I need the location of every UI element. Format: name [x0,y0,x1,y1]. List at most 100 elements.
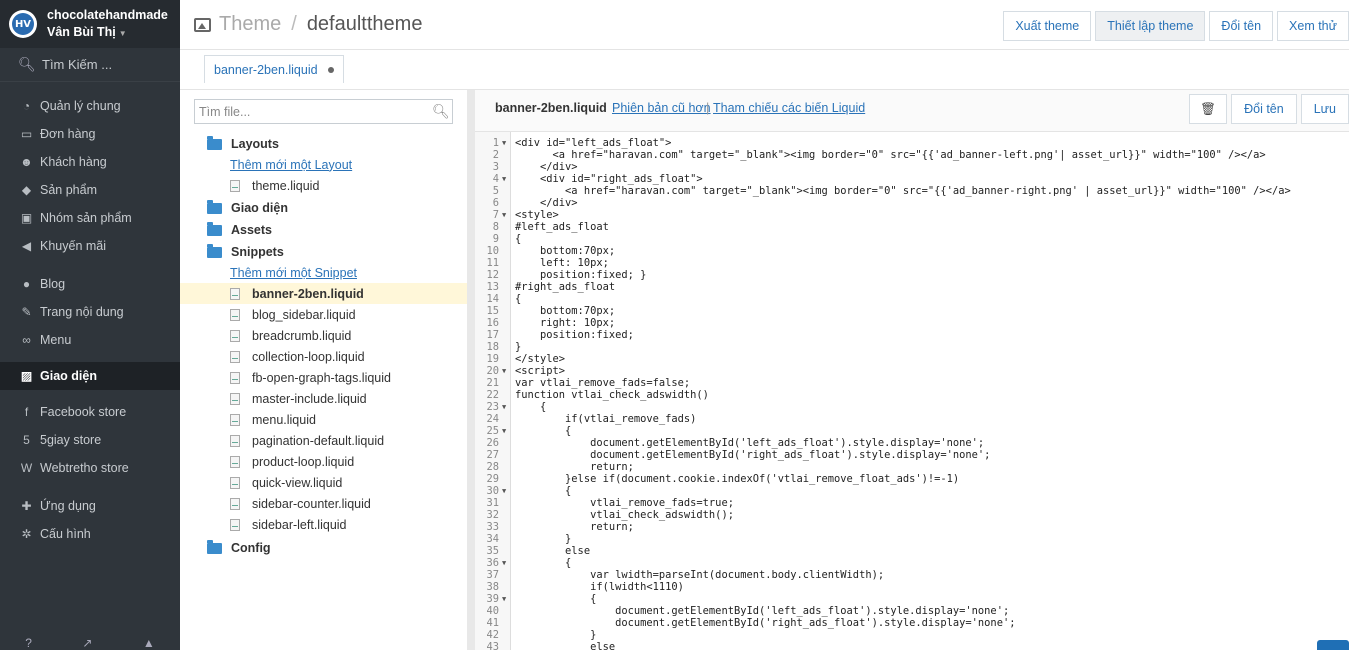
five-icon: 5 [23,433,30,447]
add-snippet-link[interactable]: Thêm mới một Snippet [180,262,467,283]
code-text: <a href="haravan.com" target="_blank"><i… [515,185,1291,197]
fold-toggle-icon[interactable]: ▼ [502,557,506,569]
breadcrumb-theme[interactable]: Theme [219,13,281,36]
chat-widget-tab[interactable] [1317,640,1349,650]
code-text: position:fixed; } [515,269,647,281]
line-number: 19 [486,353,499,365]
panel-splitter[interactable] [467,90,475,650]
code-text: } [515,341,522,353]
file-item[interactable]: theme.liquid [180,175,467,196]
sidebar-item-14[interactable]: ✲ Cấu hình [0,520,180,548]
folder-layouts[interactable]: Layouts [180,134,467,154]
file-item[interactable]: breadcrumb.liquid [180,325,467,346]
folder-giao-dien[interactable]: Giao diện [180,198,467,218]
search-icon[interactable]: 🔍︎ [432,103,452,120]
external-link-icon[interactable]: ↗ [82,636,92,650]
sidebar-item-label: 5giay store [40,433,102,447]
sidebar-item-label: Quản lý chung [40,99,121,113]
sidebar-search-label: Tìm Kiếm ... [42,57,113,72]
fold-toggle-icon[interactable]: ▼ [502,137,506,149]
line-number: 5 [492,185,499,197]
export-theme-button[interactable]: Xuất theme [1003,11,1092,41]
sidebar-item-7[interactable]: ✎ Trang nội dung [0,298,180,326]
users-icon: ☻ [20,155,33,169]
delete-file-button[interactable]: 🗑︎ [1189,94,1228,124]
sidebar-item-4[interactable]: ▣ Nhóm sản phẩm [0,204,180,232]
folder-config[interactable]: Config [180,538,467,558]
code-text: if(vtlai_remove_fads) [515,413,697,425]
sidebar-item-12[interactable]: W Webtretho store [0,454,180,482]
fold-toggle-icon[interactable]: ▼ [502,365,506,377]
sidebar-item-2[interactable]: ☻ Khách hàng [0,148,180,176]
sidebar-item-8[interactable]: ∞ Menu [0,326,180,354]
add-layout-link[interactable]: Thêm mới một Layout [180,154,467,175]
code-line: 18} [475,341,1349,353]
code-text: { [515,425,572,437]
old-versions-link[interactable]: Phiên bản cũ hơn [612,101,711,115]
fold-toggle-icon[interactable]: ▼ [502,425,506,437]
code-text: <div id="left_ads_float"> [515,137,672,149]
breadcrumb: Theme / defaulttheme [194,13,422,36]
line-number: 7 [492,209,499,221]
code-text: { [515,485,572,497]
code-text: vtlai_remove_fads=true; [515,497,734,509]
preview-button[interactable]: Xem thử [1277,11,1349,41]
sidebar-item-0[interactable]: ◔ Quản lý chung [0,92,180,120]
file-label: menu.liquid [252,412,316,427]
sidebar-search[interactable]: 🔍︎ Tìm Kiếm ... [0,48,180,82]
file-item[interactable]: quick-view.liquid [180,472,467,493]
save-button[interactable]: Lưu [1300,94,1349,124]
shop-switcher[interactable]: HV chocolatehandmade Vân Bùi Thị ▼ [0,0,180,48]
file-icon [230,413,240,426]
bell-icon[interactable]: ▲ [143,636,155,650]
sidebar-item-5[interactable]: ◀ Khuyến mãi [0,232,180,260]
fold-toggle-icon[interactable]: ▼ [502,209,506,221]
liquid-reference-link[interactable]: Tham chiếu các biến Liquid [713,101,865,115]
fold-toggle-icon[interactable]: ▼ [502,485,506,497]
sidebar-item-13[interactable]: ✚ Ứng dụng [0,492,180,520]
fold-toggle-icon[interactable]: ▼ [502,593,506,605]
code-text: var vtlai_remove_fads=false; [515,377,691,389]
fold-toggle-icon[interactable]: ▼ [502,173,506,185]
sidebar-item-6[interactable]: ● Blog [0,270,180,298]
line-number: 8 [492,221,499,233]
file-icon [230,392,240,405]
file-item[interactable]: blog_sidebar.liquid [180,304,467,325]
line-number: 40 [486,605,499,617]
line-number: 39 [486,593,499,605]
folder-snippets[interactable]: Snippets [180,242,467,262]
theme-settings-button[interactable]: Thiết lập theme [1095,11,1206,41]
file-item[interactable]: menu.liquid [180,409,467,430]
file-item[interactable]: master-include.liquid [180,388,467,409]
code-line: 36 ▼ { [475,557,1349,569]
folder-label: Snippets [231,245,284,259]
file-search-input[interactable] [195,101,432,122]
code-line: 29 }else if(document.cookie.indexOf('vtl… [475,473,1349,485]
image-icon [194,17,211,32]
file-item[interactable]: collection-loop.liquid [180,346,467,367]
tab-banner-2ben[interactable]: banner-2ben.liquid [204,55,344,83]
folder-icon [207,221,222,236]
rename-file-button[interactable]: Đổi tên [1231,94,1297,124]
sidebar-item-9[interactable]: ▨ Giao diện [0,362,180,390]
sidebar-item-3[interactable]: ◆ Sản phẩm [0,176,180,204]
line-number: 17 [486,329,499,341]
help-icon[interactable]: ? [25,636,32,650]
code-editor[interactable]: 1 ▼ <div id="left_ads_float"> 2 <a href="ha… [475,132,1349,650]
file-item[interactable]: fb-open-graph-tags.liquid [180,367,467,388]
sidebar-item-11[interactable]: 5 5giay store [0,426,180,454]
file-item[interactable]: pagination-default.liquid [180,430,467,451]
code-line: 8 #left_ads_float [475,221,1349,233]
file-item[interactable]: sidebar-left.liquid [180,514,467,535]
file-item[interactable]: sidebar-counter.liquid [180,493,467,514]
code-line: 25 ▼ { [475,425,1349,437]
fold-toggle-icon[interactable]: ▼ [502,401,506,413]
file-item[interactable]: banner-2ben.liquid [180,283,467,304]
file-icon [230,455,240,468]
file-label: breadcrumb.liquid [252,328,352,343]
file-item[interactable]: product-loop.liquid [180,451,467,472]
folder-assets[interactable]: Assets [180,220,467,240]
sidebar-item-1[interactable]: ▭ Đơn hàng [0,120,180,148]
rename-theme-button[interactable]: Đổi tên [1209,11,1274,41]
sidebar-item-10[interactable]: f Facebook store [0,398,180,426]
